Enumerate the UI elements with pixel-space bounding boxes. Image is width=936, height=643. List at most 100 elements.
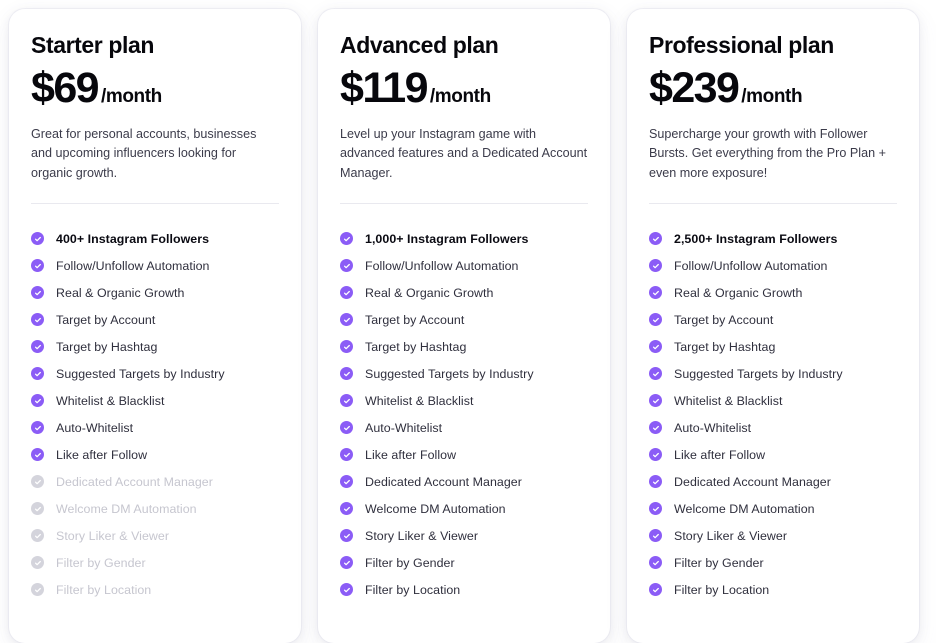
check-circle-icon xyxy=(649,232,662,246)
feature-item-included: Target by Hashtag xyxy=(340,333,588,360)
feature-item-included: Filter by Location xyxy=(340,576,588,603)
feature-item-included: Follow/Unfollow Automation xyxy=(340,252,588,279)
feature-item-included: Whitelist & Blacklist xyxy=(340,387,588,414)
feature-label: Follow/Unfollow Automation xyxy=(674,258,828,273)
feature-label: Welcome DM Automation xyxy=(56,501,197,516)
feature-item-included: Auto-Whitelist xyxy=(340,414,588,441)
feature-item-included: Dedicated Account Manager xyxy=(649,468,897,495)
feature-item-included: Like after Follow xyxy=(649,441,897,468)
feature-label: Suggested Targets by Industry xyxy=(674,366,843,381)
check-circle-icon xyxy=(340,529,353,543)
feature-item-included: Suggested Targets by Industry xyxy=(649,360,897,387)
feature-item-included: Filter by Gender xyxy=(340,549,588,576)
feature-label: Welcome DM Automation xyxy=(365,501,506,516)
feature-label: 2,500+ Instagram Followers xyxy=(674,231,838,246)
feature-label: 1,000+ Instagram Followers xyxy=(365,231,529,246)
pricing-plans-page: Starter plan $69 /month Great for person… xyxy=(0,0,936,643)
pricing-card-1[interactable]: Starter plan $69 /month Great for person… xyxy=(9,9,301,643)
card-divider xyxy=(340,203,588,205)
feature-label: Filter by Gender xyxy=(365,555,455,570)
feature-item-included: Welcome DM Automation xyxy=(649,495,897,522)
feature-item-included: Follow/Unfollow Automation xyxy=(31,252,279,279)
feature-label: Real & Organic Growth xyxy=(56,285,185,300)
feature-item-excluded: Dedicated Account Manager xyxy=(31,468,279,495)
feature-label: Target by Account xyxy=(674,312,774,327)
feature-label: Target by Hashtag xyxy=(56,339,158,354)
check-circle-icon xyxy=(649,529,662,543)
check-circle-icon xyxy=(340,502,353,516)
check-circle-icon xyxy=(649,286,662,300)
check-circle-icon xyxy=(649,394,662,408)
feature-label: Welcome DM Automation xyxy=(674,501,815,516)
card-divider xyxy=(649,203,897,205)
check-circle-icon xyxy=(31,394,44,408)
feature-label: Whitelist & Blacklist xyxy=(365,393,474,408)
feature-item-included: Target by Account xyxy=(31,306,279,333)
check-circle-icon xyxy=(340,367,353,381)
feature-label: Story Liker & Viewer xyxy=(365,528,479,543)
check-circle-icon xyxy=(31,583,44,597)
feature-item-included: Suggested Targets by Industry xyxy=(340,360,588,387)
card-divider xyxy=(31,203,279,205)
check-circle-icon xyxy=(340,556,353,570)
feature-label: Filter by Location xyxy=(56,582,152,597)
feature-label: Real & Organic Growth xyxy=(365,285,494,300)
feature-label: Target by Account xyxy=(56,312,156,327)
plan-description: Level up your Instagram game with advanc… xyxy=(340,126,588,180)
feature-item-included: 400+ Instagram Followers xyxy=(31,225,279,252)
feature-item-included: Target by Hashtag xyxy=(649,333,897,360)
feature-item-included: Target by Account xyxy=(340,306,588,333)
check-circle-icon xyxy=(31,286,44,300)
check-circle-icon xyxy=(340,340,353,354)
plan-price-period: /month xyxy=(100,85,162,107)
feature-label: Whitelist & Blacklist xyxy=(674,393,783,408)
check-circle-icon xyxy=(31,475,44,489)
check-circle-icon xyxy=(649,259,662,273)
check-circle-icon xyxy=(340,232,353,246)
check-circle-icon xyxy=(340,475,353,489)
feature-label: Like after Follow xyxy=(365,447,457,462)
check-circle-icon xyxy=(31,367,44,381)
plan-description: Great for personal accounts, businesses … xyxy=(31,126,257,180)
plan-price-period: /month xyxy=(741,85,803,107)
feature-label: Whitelist & Blacklist xyxy=(56,393,165,408)
feature-label: Filter by Gender xyxy=(674,555,764,570)
feature-item-included: Target by Hashtag xyxy=(31,333,279,360)
feature-item-included: Story Liker & Viewer xyxy=(649,522,897,549)
check-circle-icon xyxy=(340,313,353,327)
feature-label: Filter by Location xyxy=(674,582,770,597)
feature-label: Follow/Unfollow Automation xyxy=(365,258,519,273)
feature-item-included: Like after Follow xyxy=(340,441,588,468)
check-circle-icon xyxy=(649,475,662,489)
plan-title: Advanced plan xyxy=(340,32,499,58)
check-circle-icon xyxy=(31,448,44,462)
feature-label: Like after Follow xyxy=(56,447,148,462)
feature-item-included: Filter by Gender xyxy=(649,549,897,576)
plan-price-line: $239 /month xyxy=(649,65,897,111)
check-circle-icon xyxy=(649,313,662,327)
feature-item-included: Filter by Location xyxy=(649,576,897,603)
feature-label: Suggested Targets by Industry xyxy=(365,366,534,381)
check-circle-icon xyxy=(649,340,662,354)
check-circle-icon xyxy=(31,340,44,354)
plan-price-line: $69 /month xyxy=(31,63,279,112)
check-circle-icon xyxy=(649,448,662,462)
feature-label: Auto-Whitelist xyxy=(365,420,443,435)
feature-item-included: Story Liker & Viewer xyxy=(340,522,588,549)
feature-item-included: Auto-Whitelist xyxy=(649,414,897,441)
check-circle-icon xyxy=(649,502,662,516)
check-circle-icon xyxy=(649,583,662,597)
feature-item-included: Dedicated Account Manager xyxy=(340,468,588,495)
pricing-card-2[interactable]: Advanced plan $119 /month Level up your … xyxy=(318,9,610,643)
feature-label: Filter by Gender xyxy=(56,555,146,570)
feature-label: Target by Account xyxy=(365,312,465,327)
pricing-card-3[interactable]: Professional plan $239 /month Supercharg… xyxy=(627,9,919,643)
plan-feature-list: 400+ Instagram Followers Follow/Unfollow … xyxy=(31,225,279,603)
check-circle-icon xyxy=(31,529,44,543)
feature-item-included: Auto-Whitelist xyxy=(31,414,279,441)
check-circle-icon xyxy=(340,583,353,597)
plan-price-amount: $69 xyxy=(31,63,100,112)
plan-price-period: /month xyxy=(429,85,491,107)
feature-item-included: Real & Organic Growth xyxy=(31,279,279,306)
plan-feature-list: 1,000+ Instagram Followers Follow/Unfollo… xyxy=(340,225,588,603)
